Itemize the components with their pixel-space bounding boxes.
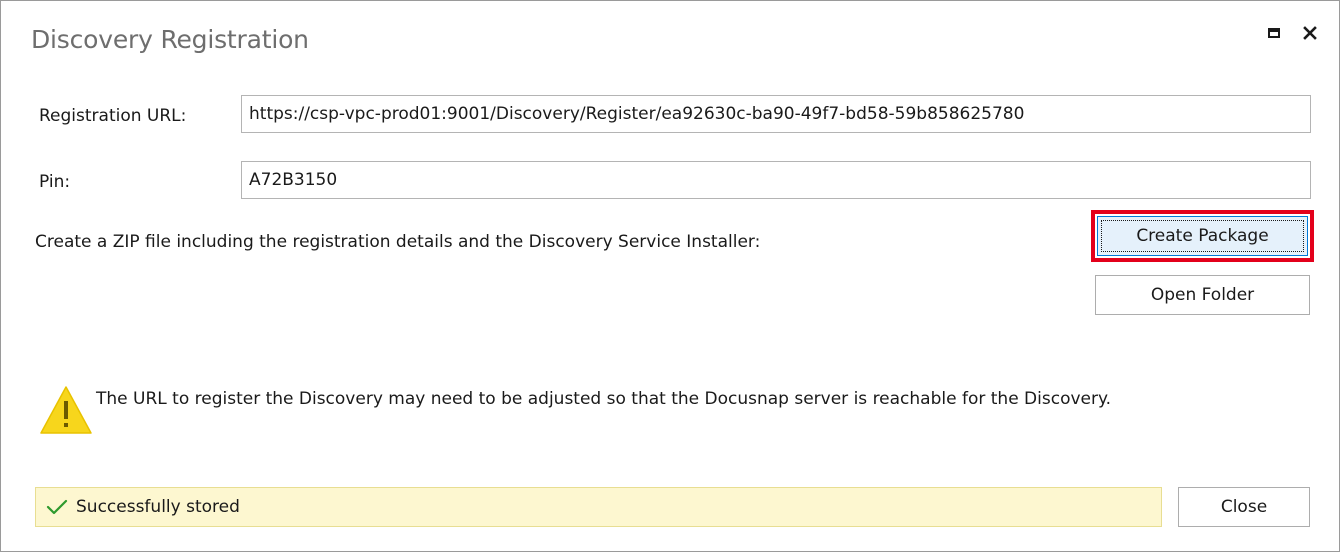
open-folder-label: Open Folder (1150, 285, 1255, 305)
pin-field[interactable]: A72B3150 (241, 161, 1311, 199)
close-icon (1303, 26, 1317, 40)
focus-rectangle (1101, 220, 1304, 252)
warning-message: The URL to register the Discovery may ne… (96, 389, 1112, 409)
status-bar: Successfully stored (35, 487, 1162, 527)
close-button-label: Close (1220, 497, 1268, 517)
status-text: Successfully stored (76, 497, 240, 517)
open-folder-button[interactable]: Open Folder (1095, 275, 1310, 315)
maximize-icon (1268, 28, 1280, 38)
registration-url-label: Registration URL: (39, 106, 187, 126)
maximize-button[interactable] (1262, 21, 1286, 45)
registration-url-field[interactable]: https://csp-vpc-prod01:9001/Discovery/Re… (241, 95, 1311, 133)
package-description: Create a ZIP file including the registra… (35, 232, 761, 252)
create-package-button[interactable]: Create Package (1097, 216, 1308, 256)
close-window-button[interactable] (1298, 21, 1322, 45)
pin-label: Pin: (39, 172, 71, 192)
dialog-title: Discovery Registration (31, 25, 309, 54)
discovery-registration-dialog: Discovery Registration Registration URL:… (0, 0, 1340, 552)
close-button[interactable]: Close (1178, 487, 1310, 527)
warning-icon (40, 386, 92, 434)
checkmark-icon (46, 498, 68, 516)
